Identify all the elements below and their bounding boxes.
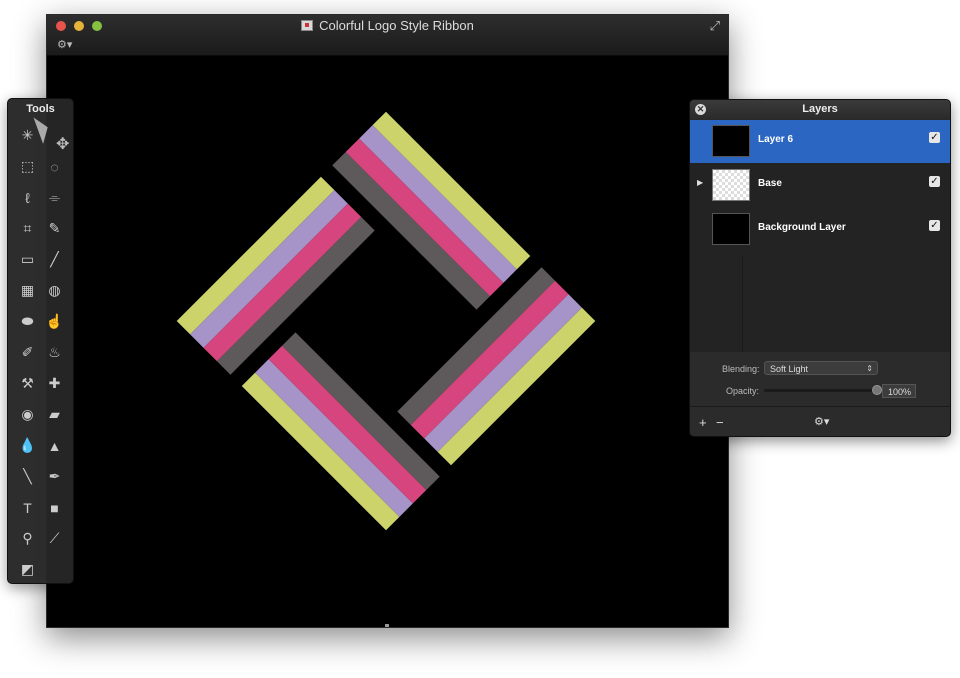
layers-title: Layers <box>802 103 838 115</box>
vector-pen-tool-icon[interactable]: ✒ <box>41 461 68 492</box>
dodge-eraser-tool-icon[interactable]: ▰ <box>41 399 68 430</box>
opacity-slider-knob[interactable] <box>872 385 882 395</box>
layer-thumbnail <box>712 169 750 201</box>
ribbon-artwork <box>176 111 596 531</box>
layer-thumbnail <box>712 213 750 245</box>
fullscreen-icon[interactable]: ⤢ <box>710 18 720 34</box>
layer-visibility-checkbox[interactable]: ✓ <box>929 176 940 187</box>
select-arrows-icon: ⇕ <box>866 364 873 373</box>
window-titlebar: Colorful Logo Style Ribbon ⤢ ⚙▾ <box>47 15 728 56</box>
remove-layer-button[interactable]: − <box>716 415 724 430</box>
ribbon-group <box>176 111 596 531</box>
blur-drop-tool-icon[interactable]: 💧 <box>14 430 41 461</box>
polygon-lasso-tool-icon[interactable]: ⌯ <box>41 182 68 213</box>
layer-list: Layer 6 ✓ ▶ Base ✓ Background Layer ✓ <box>690 120 950 352</box>
layer-options-gear-button[interactable]: ⚙▾ <box>814 415 829 428</box>
layer-row-base[interactable]: ▶ Base ✓ <box>690 164 950 207</box>
sharpen-tool-icon[interactable]: ▲ <box>41 430 68 461</box>
red-eye-tool-icon[interactable]: ◉ <box>14 399 41 430</box>
stamp-tool-icon[interactable]: ⚒ <box>14 368 41 399</box>
layer-visibility-checkbox[interactable]: ✓ <box>929 132 940 143</box>
eyedropper-tool-icon[interactable]: ⟋ <box>41 523 68 554</box>
resize-handle[interactable] <box>385 624 389 627</box>
layer-name: Layer 6 <box>758 134 794 145</box>
gradient-tool-icon[interactable]: ◩ <box>14 554 41 585</box>
tool-grid: ✳ ⬚ ◌ ℓ ⌯ ⌗ ✎ ▭ ╱ ▦ ◍ ⬬ ☝ ✐ ♨ ⚒ ✚ ◉ ▰ 💧 ▲ ╲ ✒ T ■ ⚲ ⟋ ◩ <box>14 120 68 585</box>
blending-value: Soft Light <box>770 364 809 374</box>
zoom-tool-icon[interactable]: ⚲ <box>14 523 41 554</box>
document-window: Colorful Logo Style Ribbon ⤢ ⚙▾ <box>46 14 729 628</box>
heal-bandage-tool-icon[interactable]: ✚ <box>41 368 68 399</box>
lasso-tool-icon[interactable]: ℓ <box>14 182 41 213</box>
layer-visibility-checkbox[interactable]: ✓ <box>929 220 940 231</box>
shape-tool-icon[interactable]: ■ <box>41 492 68 523</box>
pencil-tool-icon[interactable]: ✎ <box>41 213 68 244</box>
layer-name: Background Layer <box>758 222 846 233</box>
add-layer-button[interactable]: + <box>699 415 707 430</box>
layer-row-layer-6[interactable]: Layer 6 ✓ <box>690 120 950 163</box>
burn-tool-icon[interactable]: ♨ <box>41 337 68 368</box>
blending-label: Blending: <box>722 364 760 374</box>
opacity-value-field[interactable]: 100% <box>882 384 916 398</box>
document-icon <box>301 20 314 31</box>
opacity-label: Opacity: <box>726 386 760 396</box>
layers-header: ✕ Layers <box>690 100 950 120</box>
image-canvas[interactable] <box>47 56 728 627</box>
tools-palette: Tools ✳ ⬚ ◌ ℓ ⌯ ⌗ ✎ ▭ ╱ ▦ ◍ ⬬ ☝ ✐ ♨ ⚒ ✚ ◉ ▰ 💧 ▲ ╲ ✒ T ■ ⚲ ⟋ ◩ <box>7 98 74 584</box>
layer-thumbnail <box>712 125 750 157</box>
layers-palette: ✕ Layers Layer 6 ✓ ▶ Base ✓ Background L… <box>689 99 951 437</box>
rect-select-tool-icon[interactable]: ⬚ <box>14 151 41 182</box>
layer-name: Base <box>758 178 782 189</box>
broom-tool-icon[interactable]: ✐ <box>14 337 41 368</box>
pixel-grid-tool-icon[interactable]: ▦ <box>14 275 41 306</box>
blending-select[interactable]: Soft Light ⇕ <box>764 361 878 375</box>
list-divider <box>742 255 743 352</box>
layer-row-background[interactable]: Background Layer ✓ <box>690 208 950 251</box>
opacity-slider[interactable] <box>764 389 878 392</box>
ellipse-select-tool-icon[interactable]: ◌ <box>41 151 68 182</box>
smudge-tool-icon[interactable]: ☝ <box>41 306 68 337</box>
layers-footer: + − ⚙▾ <box>690 406 950 436</box>
pen-tool-icon[interactable]: ╲ <box>14 461 41 492</box>
move-cross-icon: ✥ <box>56 136 70 153</box>
paint-bucket-tool-icon[interactable]: ◍ <box>41 275 68 306</box>
window-title-text: Colorful Logo Style Ribbon <box>319 18 474 33</box>
gear-menu-button[interactable]: ⚙▾ <box>57 38 72 51</box>
crop-tool-icon[interactable]: ⌗ <box>14 213 41 244</box>
tools-title: Tools <box>26 103 55 115</box>
window-title: Colorful Logo Style Ribbon <box>47 18 728 33</box>
disclosure-triangle-icon[interactable]: ▶ <box>697 178 703 187</box>
brush-tool-icon[interactable]: ╱ <box>41 244 68 275</box>
text-tool-icon[interactable]: T <box>14 492 41 523</box>
sponge-tool-icon[interactable]: ⬬ <box>14 306 41 337</box>
eraser-tool-icon[interactable]: ▭ <box>14 244 41 275</box>
